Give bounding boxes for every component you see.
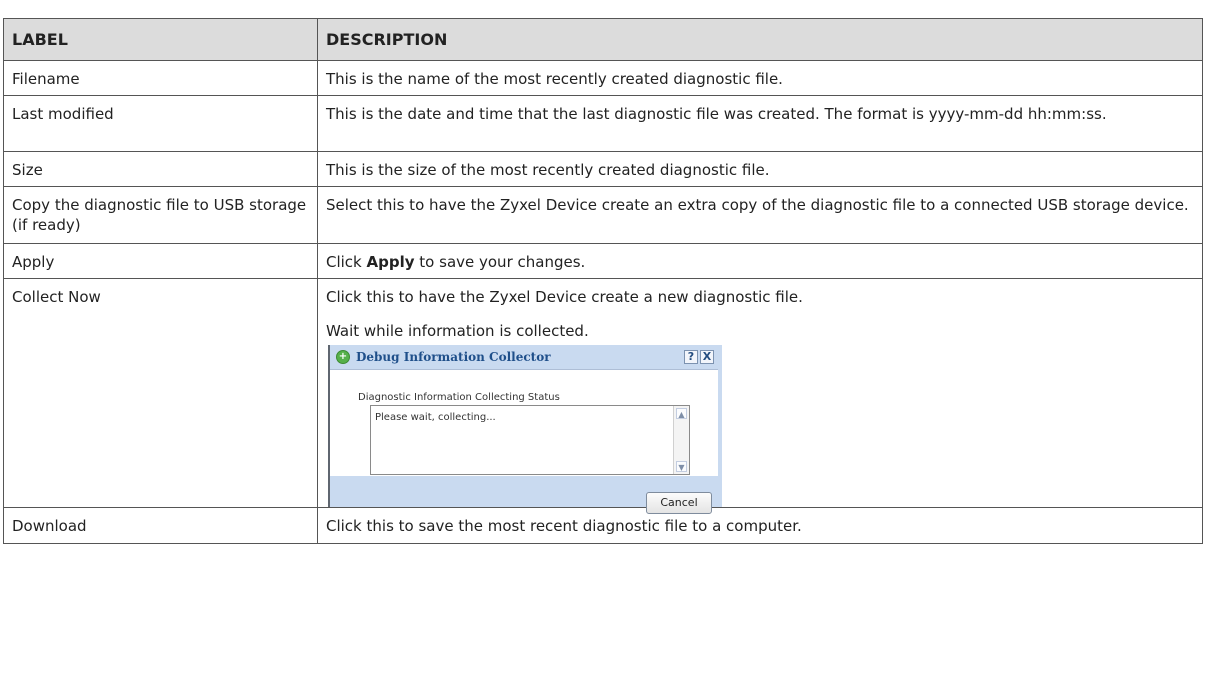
table-row: Last modified This is the date and time … <box>3 95 1203 152</box>
last-modified-description: This is the date and time that the last … <box>317 95 1203 152</box>
size-description: This is the size of the most recently cr… <box>317 151 1203 187</box>
label-column-header: LABEL <box>3 18 318 61</box>
description-column-header: DESCRIPTION <box>317 18 1203 61</box>
dialog-titlebar: + Debug Information Collector ? X <box>330 345 722 369</box>
close-icon[interactable]: X <box>700 350 714 364</box>
table-row: Copy the diagnostic file to USB storage … <box>3 186 1203 244</box>
filename-label: Filename <box>3 60 318 96</box>
copy-usb-description: Select this to have the Zyxel Device cre… <box>317 186 1203 244</box>
scrollbar[interactable]: ▲ ▼ <box>673 406 689 474</box>
collect-now-label: Collect Now <box>3 278 318 508</box>
scroll-down-icon[interactable]: ▼ <box>676 461 687 472</box>
table-row: Size This is the size of the most recent… <box>3 151 1203 187</box>
dialog-title: Debug Information Collector <box>356 350 551 364</box>
dialog-footer: Cancel <box>330 476 722 532</box>
apply-description: Click Apply to save your changes. <box>317 243 1203 279</box>
plus-circle-icon: + <box>336 350 350 364</box>
apply-description-bold: Apply <box>366 253 415 271</box>
status-text: Please wait, collecting... <box>375 412 496 423</box>
dialog-body: Diagnostic Information Collecting Status… <box>330 369 718 476</box>
top-page-fragment <box>220 0 280 4</box>
collect-now-description: Click this to have the Zyxel Device crea… <box>326 288 803 306</box>
collect-now-description-cell: Click this to have the Zyxel Device crea… <box>317 278 1203 514</box>
reference-table: LABEL DESCRIPTION Filename This is the n… <box>3 18 1203 544</box>
apply-description-suffix: to save your changes. <box>414 253 586 271</box>
collect-now-wait-text: Wait while information is collected. <box>326 322 589 340</box>
help-icon[interactable]: ? <box>684 350 698 364</box>
scroll-up-icon[interactable]: ▲ <box>676 408 687 419</box>
table-row: Collect Now Click this to have the Zyxel… <box>3 278 1203 514</box>
status-textarea[interactable]: Please wait, collecting... ▲ ▼ <box>370 405 690 475</box>
copy-usb-label: Copy the diagnostic file to USB storage … <box>3 186 318 244</box>
filename-description: This is the name of the most recently cr… <box>317 60 1203 96</box>
apply-label: Apply <box>3 243 318 279</box>
apply-description-prefix: Click <box>326 253 367 271</box>
dialog-controls: ? X <box>684 350 714 364</box>
table-header-row: LABEL DESCRIPTION <box>3 18 1203 61</box>
size-label: Size <box>3 151 318 187</box>
table-row: Filename This is the name of the most re… <box>3 60 1203 96</box>
download-label: Download <box>3 507 318 544</box>
cancel-button[interactable]: Cancel <box>646 492 712 514</box>
last-modified-label: Last modified <box>3 95 318 152</box>
debug-dialog-screenshot: + Debug Information Collector ? X Diagno… <box>328 345 722 514</box>
table-row: Apply Click Apply to save your changes. <box>3 243 1203 279</box>
